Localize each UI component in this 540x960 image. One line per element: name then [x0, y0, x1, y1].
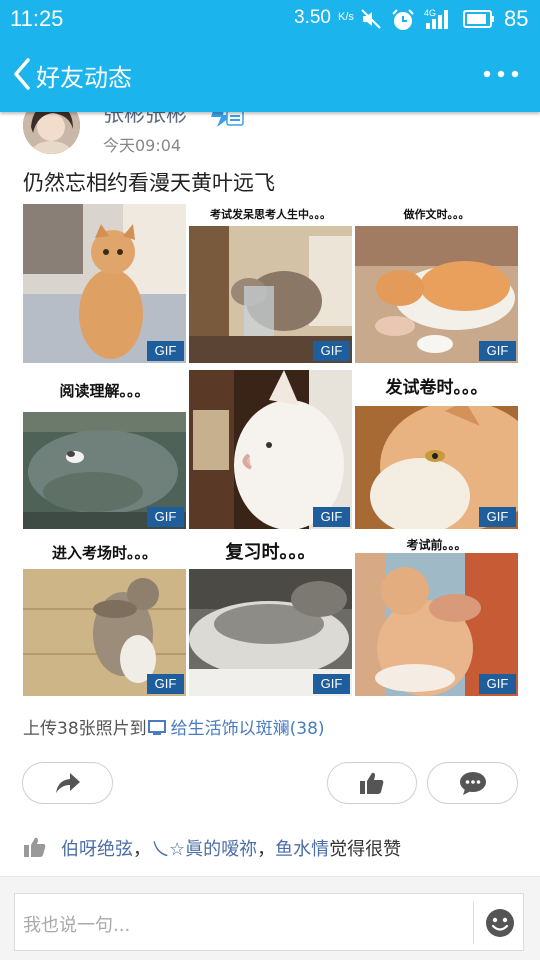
network-speed: 3.50: [294, 7, 331, 28]
share-button[interactable]: [22, 762, 113, 804]
more-dots-icon[interactable]: [482, 69, 520, 79]
mute-icon: [361, 9, 381, 29]
cat-photo: [23, 204, 186, 363]
back-arrow-icon[interactable]: [10, 56, 36, 92]
likes-line: 伯呀绝弦，乀☆眞的嗳祢，鱼水情觉得很赞: [23, 835, 401, 861]
photo-item[interactable]: GIF: [189, 370, 352, 529]
photo-grid: GIF 考试发呆思考人生中。。。 GIF 做作文时。。。 GIF 阅读理解。。。…: [23, 204, 518, 696]
comment-divider: [473, 902, 474, 944]
app-screen: 11:25 3.50 K/s 4G 85 好友动态 张彬张彬 今天09:04 仍…: [0, 0, 540, 960]
gif-badge: GIF: [479, 341, 516, 361]
photo-item[interactable]: GIF: [23, 204, 186, 363]
upload-info: 上传38张照片到 给生活饰以斑斓(38): [23, 714, 325, 739]
photo-item[interactable]: 做作文时。。。 GIF: [355, 204, 518, 363]
photo-caption: 做作文时。。。: [355, 204, 518, 226]
cat-photo: [189, 370, 352, 529]
gif-badge: GIF: [313, 674, 350, 694]
post-text: 仍然忘相约看漫天黄叶远飞: [23, 171, 275, 195]
battery-icon: [463, 10, 494, 28]
photo-item[interactable]: 考试发呆思考人生中。。。 GIF: [189, 204, 352, 363]
photo-caption: 复习时。。。: [189, 537, 352, 569]
thumbs-up-icon: [360, 772, 384, 794]
upload-prefix: 上传38张照片到: [23, 719, 147, 739]
comment-placeholder: 我也说一句...: [23, 915, 131, 936]
gif-badge: GIF: [147, 341, 184, 361]
comment-input[interactable]: 我也说一句...: [14, 893, 524, 951]
liker-name[interactable]: 伯呀绝弦: [61, 839, 133, 860]
battery-level: 85: [504, 6, 529, 31]
like-button[interactable]: [327, 762, 417, 804]
gif-badge: GIF: [479, 674, 516, 694]
gif-badge: GIF: [147, 674, 184, 694]
photo-item[interactable]: 复习时。。。 GIF: [189, 537, 352, 696]
post-time: 今天09:04: [103, 136, 182, 155]
emoji-icon[interactable]: [485, 908, 515, 938]
liker-separator: ，: [257, 839, 276, 860]
likes-suffix: 觉得很赞: [329, 839, 402, 860]
photo-item[interactable]: 进入考场时。。。 GIF: [23, 537, 186, 696]
photo-caption: 阅读理解。。。: [23, 370, 186, 412]
comment-bar: 我也说一句...: [0, 877, 540, 960]
liker-name[interactable]: 乀☆眞的嗳祢: [151, 839, 257, 860]
gif-badge: GIF: [313, 341, 350, 361]
photo-item[interactable]: 考试前。。。 GIF: [355, 537, 518, 696]
photo-item[interactable]: 发试卷时。。。 GIF: [355, 370, 518, 529]
liker-separator: ，: [133, 839, 151, 860]
photo-caption: 发试卷时。。。: [355, 370, 518, 406]
liker-name[interactable]: 鱼水情: [275, 839, 329, 860]
gif-badge: GIF: [479, 507, 516, 527]
photo-caption: 考试发呆思考人生中。。。: [189, 204, 352, 226]
photo-item[interactable]: 阅读理解。。。 GIF: [23, 370, 186, 529]
album-link[interactable]: 给生活饰以斑斓(38): [171, 719, 325, 739]
title-bar: 好友动态: [0, 38, 540, 112]
comment-bubble-icon: [459, 772, 486, 795]
page-title: 好友动态: [36, 64, 132, 92]
photo-caption: 进入考场时。。。: [23, 537, 186, 569]
gif-badge: GIF: [313, 507, 350, 527]
signal-icon: 4G: [424, 8, 448, 29]
share-icon: [55, 773, 80, 793]
network-speed-unit: K/s: [338, 11, 354, 23]
like-thumb-icon: [24, 837, 46, 857]
gif-badge: GIF: [147, 507, 184, 527]
alarm-icon: [392, 9, 414, 30]
status-bar: 11:25 3.50 K/s 4G 85: [0, 0, 540, 38]
photo-caption: 考试前。。。: [355, 537, 518, 553]
comment-button[interactable]: [427, 762, 518, 804]
network-type-label: 4G: [424, 8, 436, 18]
album-icon: [147, 720, 166, 735]
status-time: 11:25: [10, 6, 64, 31]
